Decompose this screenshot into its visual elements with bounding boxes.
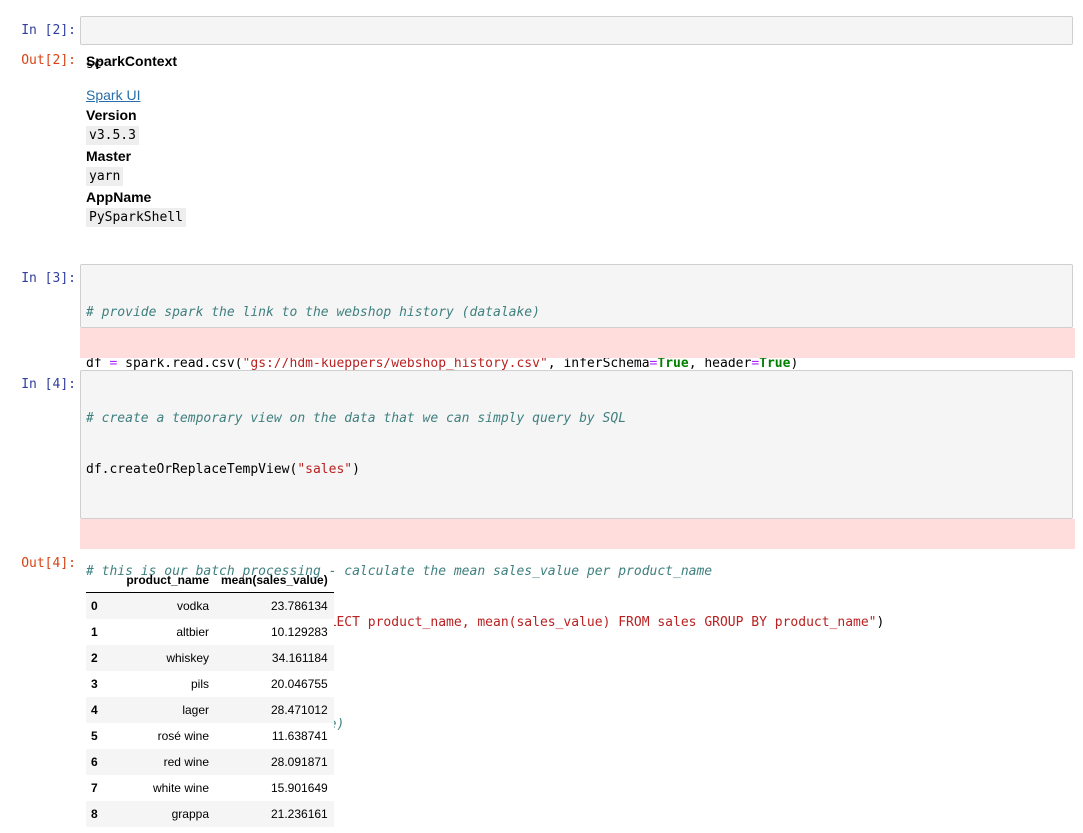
row-index: 1 xyxy=(91,625,98,639)
product-name-cell: pils xyxy=(190,677,209,691)
table-row: 0 vodka 23.786134 xyxy=(86,592,334,619)
table-row: 1 altbier 10.129283 xyxy=(86,619,334,645)
code-line: sc xyxy=(86,57,102,72)
in-prompt-4: In [4]: xyxy=(21,377,76,392)
table-header-row: product_name mean(sales_value) xyxy=(86,568,334,593)
row-index: 4 xyxy=(91,703,98,717)
mean-sales-value-header: mean(sales_value) xyxy=(215,568,334,593)
mean-value-cell: 28.091871 xyxy=(271,755,328,769)
sparkcontext-title: SparkContext xyxy=(86,53,178,69)
table-row: 8 grappa 21.236161 xyxy=(86,801,334,827)
appname-value: PySparkShell xyxy=(86,208,186,227)
product-name-cell: red wine xyxy=(163,755,209,769)
row-index: 3 xyxy=(91,677,98,691)
product-name-cell: rosé wine xyxy=(157,729,209,743)
row-index: 5 xyxy=(91,729,98,743)
master-label: Master xyxy=(86,148,132,164)
spark-ui-link[interactable]: Spark UI xyxy=(86,87,140,103)
out-prompt-2: Out[2]: xyxy=(21,53,76,68)
table-row: 6 red wine 28.091871 xyxy=(86,749,334,775)
mean-value-cell: 10.129283 xyxy=(271,625,328,639)
mean-value-cell: 15.901649 xyxy=(271,781,328,795)
mean-value-cell: 23.786134 xyxy=(271,599,328,613)
mean-value-cell: 21.236161 xyxy=(271,807,328,821)
mean-value-cell: 34.161184 xyxy=(271,651,328,665)
mean-value-cell: 28.471012 xyxy=(271,703,328,717)
table-row: 3 pils 20.046755 xyxy=(86,671,334,697)
stderr-output-4 xyxy=(80,519,1075,549)
code-line: df.createOrReplaceTempView("sales") xyxy=(86,462,360,477)
code-comment: # create a temporary view on the data th… xyxy=(86,411,627,426)
out-prompt-4: Out[4]: xyxy=(21,556,76,571)
row-index: 2 xyxy=(91,651,98,665)
table-row: 7 white wine 15.901649 xyxy=(86,775,334,801)
code-cell-3[interactable]: # provide spark the link to the webshop … xyxy=(80,264,1073,371)
product-name-cell: whiskey xyxy=(166,651,209,665)
master-value: yarn xyxy=(86,167,124,186)
table-row: 4 lager 28.471012 xyxy=(86,697,334,723)
appname-label: AppName xyxy=(86,189,152,205)
code-cell-2[interactable]: sc xyxy=(80,16,1073,72)
index-header xyxy=(86,568,110,593)
mean-value-cell: 20.046755 xyxy=(271,677,328,691)
product-name-cell: vodka xyxy=(176,599,209,613)
table-row: 5 rosé wine 11.638741 xyxy=(86,723,334,749)
row-index: 6 xyxy=(91,755,98,769)
code-comment: # provide spark the link to the webshop … xyxy=(86,305,540,320)
product-name-cell: altbier xyxy=(176,625,209,639)
stderr-output-3 xyxy=(80,328,1075,358)
product-name-cell: grappa xyxy=(171,807,209,821)
product-name-cell: lager xyxy=(182,703,209,717)
product-name-header: product_name xyxy=(110,568,215,593)
row-index: 8 xyxy=(91,807,98,821)
row-index: 7 xyxy=(91,781,98,795)
table-row: 2 whiskey 34.161184 xyxy=(86,645,334,671)
mean-value-cell: 11.638741 xyxy=(271,729,328,743)
code-cell-4[interactable]: # create a temporary view on the data th… xyxy=(80,370,1073,783)
version-label: Version xyxy=(86,107,137,123)
in-prompt-3: In [3]: xyxy=(21,271,76,286)
product-name-cell: white wine xyxy=(152,781,209,795)
in-prompt-2: In [2]: xyxy=(21,23,76,38)
version-value: v3.5.3 xyxy=(86,126,139,145)
row-index: 0 xyxy=(91,599,98,613)
dataframe-table: product_name mean(sales_value) 0 vodka 23.… xyxy=(86,568,334,827)
